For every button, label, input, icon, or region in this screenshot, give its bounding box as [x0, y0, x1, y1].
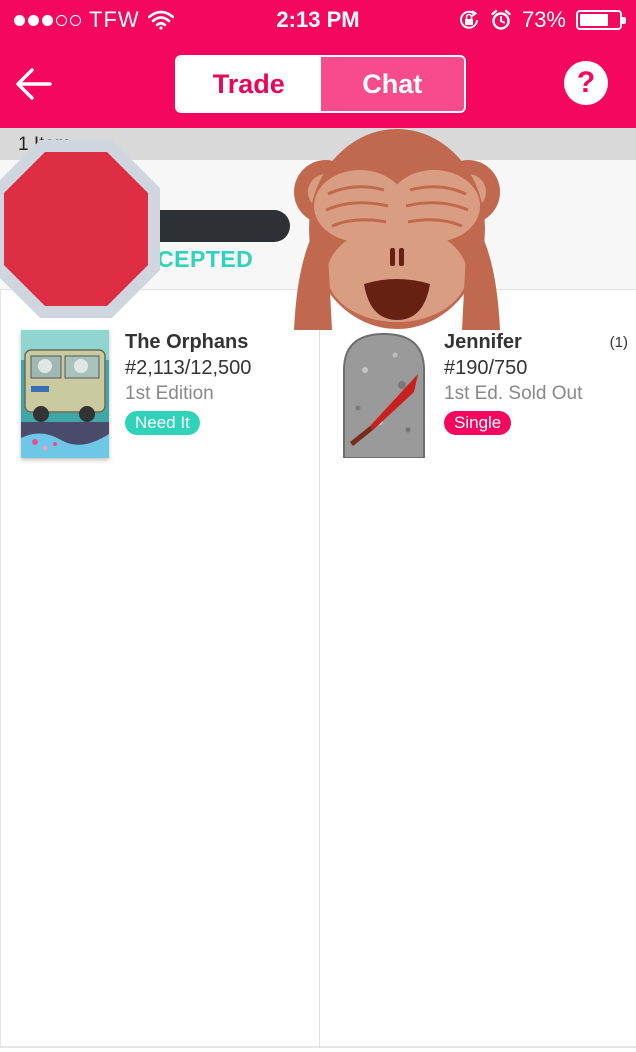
help-button[interactable]: ? — [564, 61, 608, 105]
card-serial-number: #2,113/12,500 — [125, 357, 252, 379]
rotation-lock-icon — [459, 10, 478, 29]
status-bar: TFW 2:13 PM 73% — [0, 0, 636, 40]
battery-icon — [576, 10, 626, 30]
card-edition: 1st Ed. Sold Out — [444, 383, 583, 404]
need-it-badge: Need It — [125, 411, 200, 435]
card-title: Jennifer — [444, 331, 522, 353]
trade-chat-segmented-control: Trade Chat — [175, 55, 466, 113]
card-quantity: (1) — [609, 334, 628, 351]
their-card-column: Jennifer #190/750 1st Ed. Sold Out Singl… — [320, 290, 636, 1048]
see-no-evil-monkey-icon — [294, 129, 500, 330]
card-title: The Orphans — [125, 331, 249, 353]
card-edition: 1st Edition — [125, 383, 214, 404]
trade-status-label: CEPTED — [157, 246, 254, 272]
tab-trade[interactable]: Trade — [177, 57, 321, 111]
tombstone-knife-card-art — [340, 330, 428, 458]
my-card-column: The Orphans #2,113/12,500 1st Edition Ne… — [0, 290, 320, 1048]
trade-status-slider[interactable] — [140, 210, 290, 242]
back-arrow-icon — [16, 68, 52, 100]
card-thumbnail-the-orphans[interactable] — [21, 330, 109, 458]
battery-level — [580, 14, 608, 26]
alarm-clock-icon — [491, 9, 511, 30]
back-button[interactable] — [12, 62, 56, 106]
status-right: 73% — [458, 7, 626, 33]
card-info-jennifer: Jennifer #190/750 1st Ed. Sold Out Singl… — [444, 330, 582, 435]
battery-percent: 73% — [521, 7, 566, 32]
card-info-the-orphans: The Orphans #2,113/12,500 1st Edition Ne… — [125, 330, 251, 435]
tab-chat[interactable]: Chat — [320, 57, 464, 111]
card-serial-number: #190/750 — [444, 357, 528, 379]
nav-bar: Trade Chat ? — [0, 40, 636, 128]
trade-columns: The Orphans #2,113/12,500 1st Edition Ne… — [0, 290, 636, 1048]
stop-sign-icon — [0, 140, 160, 318]
card-thumbnail-jennifer[interactable] — [340, 330, 428, 458]
single-badge: Single — [444, 411, 512, 435]
van-card-art — [21, 330, 109, 458]
